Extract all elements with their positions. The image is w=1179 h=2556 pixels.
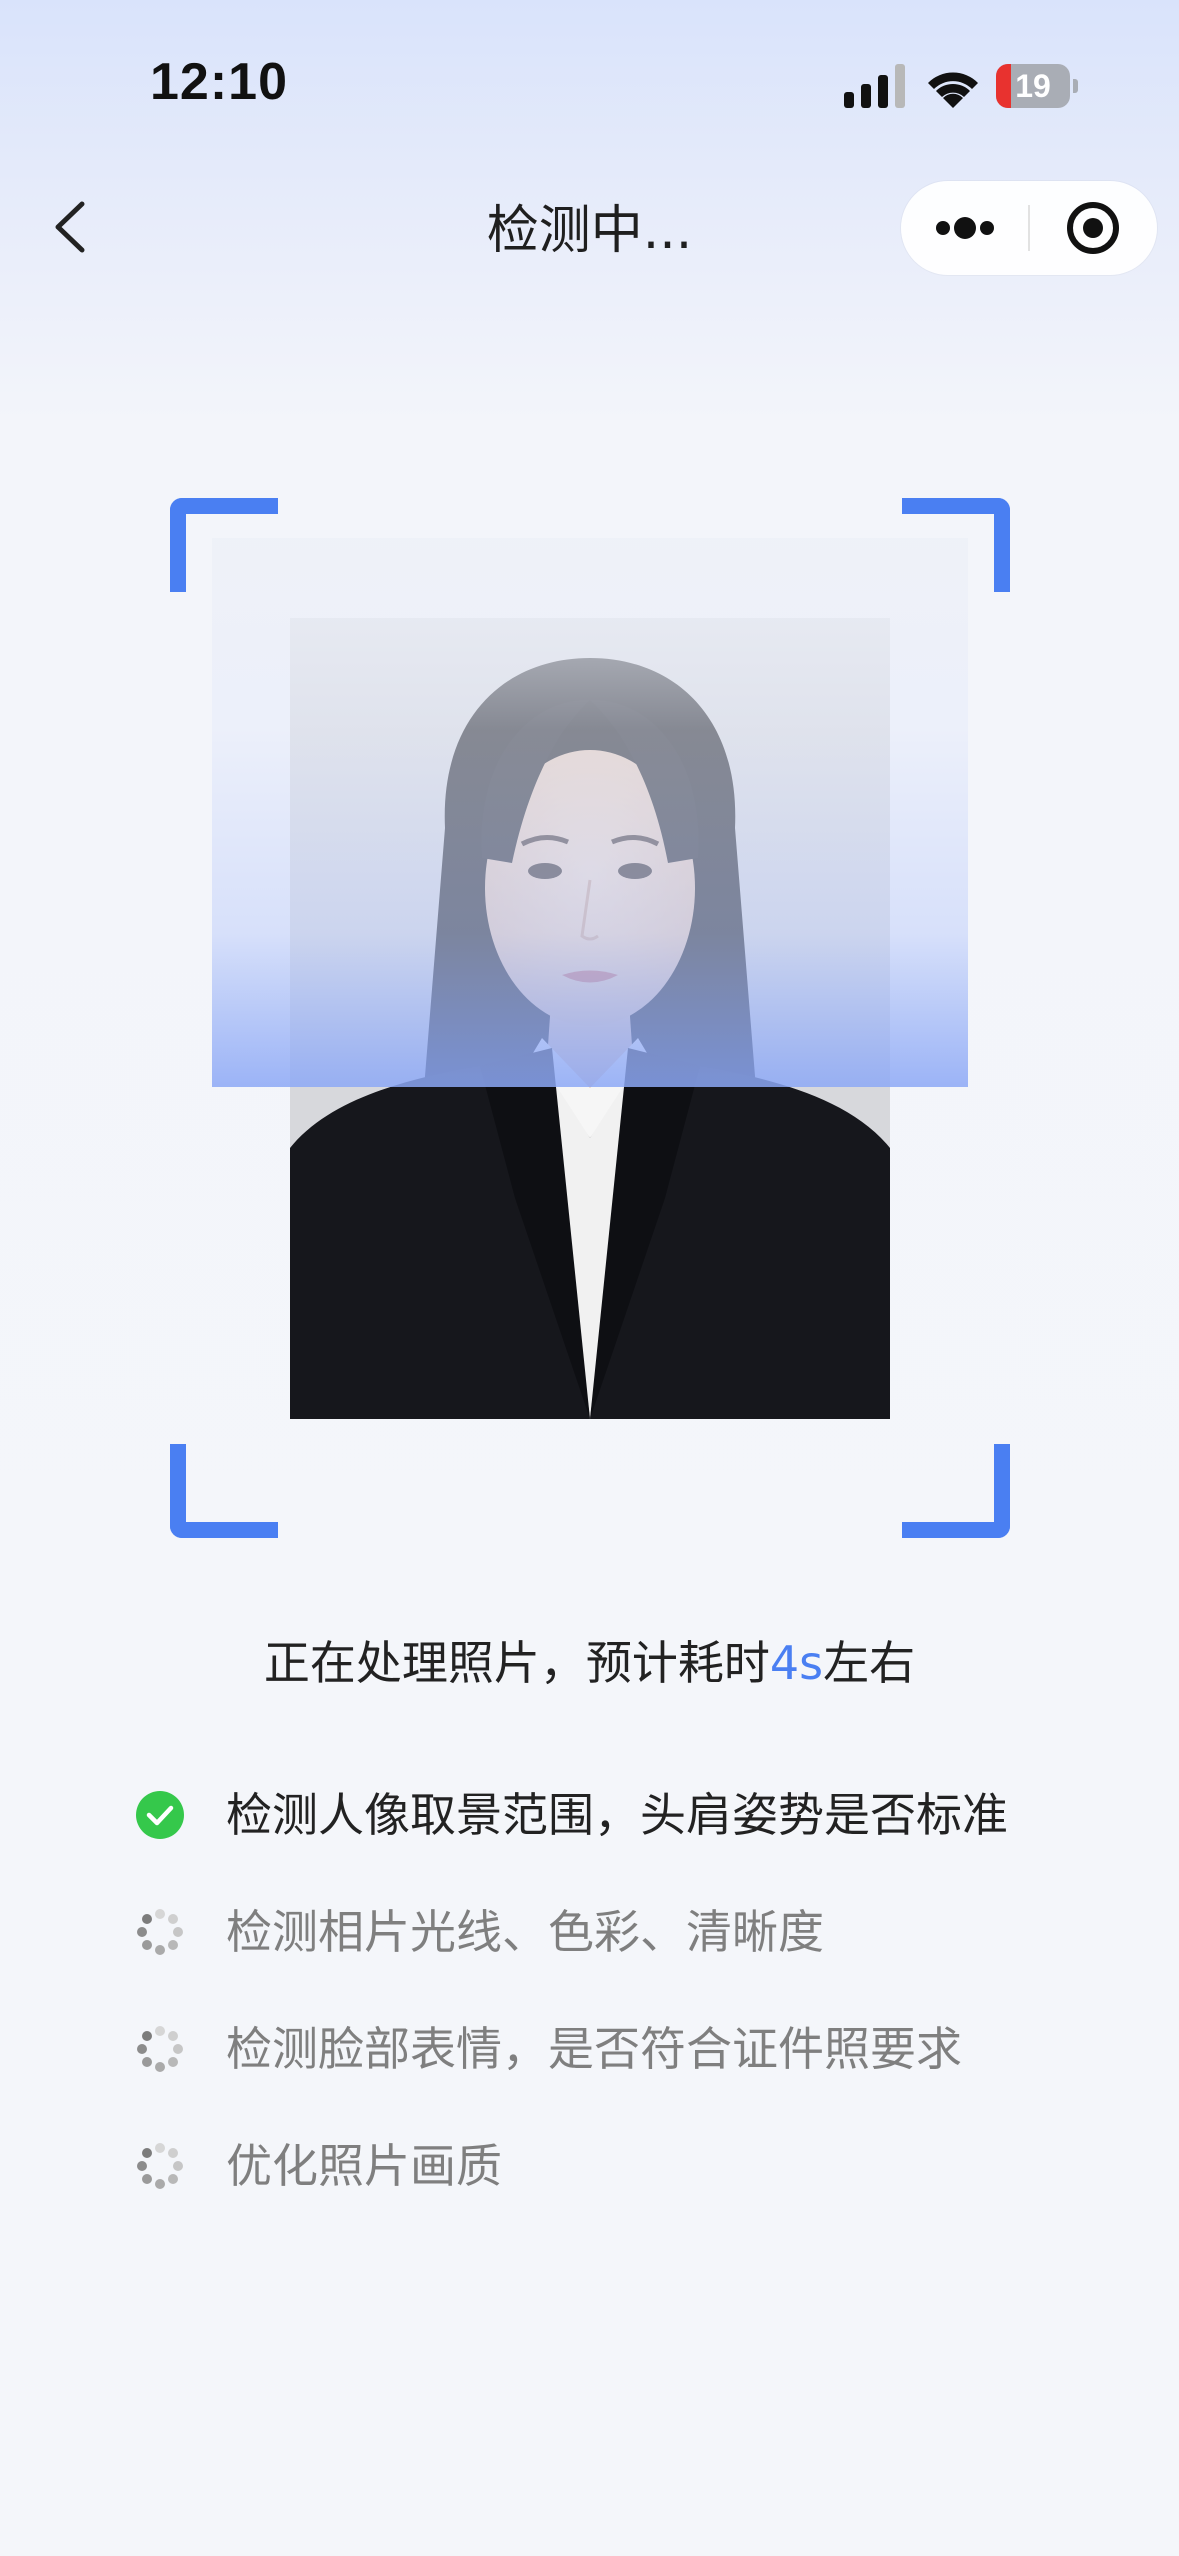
target-close-icon [1067, 202, 1119, 254]
more-dots-icon [936, 217, 994, 239]
battery-level: 19 [1015, 68, 1051, 104]
processing-prefix: 正在处理照片，预计耗时 [263, 1636, 770, 1690]
step-label: 检测脸部表情，是否符合证件照要求 [226, 2022, 962, 2076]
signal-icon [844, 64, 905, 108]
step-item: 检测脸部表情，是否符合证件照要求 [136, 2014, 1096, 2084]
step-item: 检测人像取景范围，头肩姿势是否标准 [136, 1780, 1096, 1850]
close-button[interactable] [1030, 181, 1157, 275]
step-label: 优化照片画质 [226, 2139, 502, 2193]
spinner-icon [137, 2026, 183, 2072]
frame-corner-bottom-right [902, 1444, 1010, 1538]
more-button[interactable] [901, 181, 1028, 275]
page-title: 检测中... [486, 201, 693, 261]
back-button[interactable] [44, 190, 104, 264]
wifi-icon [928, 72, 978, 108]
step-item: 检测相片光线、色彩、清晰度 [136, 1897, 1096, 1967]
check-circle-icon [136, 1791, 184, 1839]
status-bar: 12:10 19 [0, 0, 1179, 160]
spinner-icon [137, 2143, 183, 2189]
step-label: 检测人像取景范围，头肩姿势是否标准 [226, 1788, 1008, 1842]
processing-suffix: 左右 [823, 1636, 916, 1690]
status-time: 12:10 [150, 53, 288, 111]
frame-corner-bottom-left [170, 1444, 278, 1538]
chevron-left-icon [55, 201, 85, 253]
battery-icon: 19 [996, 64, 1078, 108]
scan-overlay [212, 538, 968, 1087]
processing-time: 4s [769, 1636, 824, 1690]
step-item: 优化照片画质 [136, 2131, 1096, 2201]
step-label: 检测相片光线、色彩、清晰度 [226, 1905, 824, 1959]
spinner-icon [137, 1909, 183, 1955]
processing-message: 正在处理照片，预计耗时4s左右 [0, 1628, 1179, 1698]
mini-program-capsule [901, 181, 1157, 275]
